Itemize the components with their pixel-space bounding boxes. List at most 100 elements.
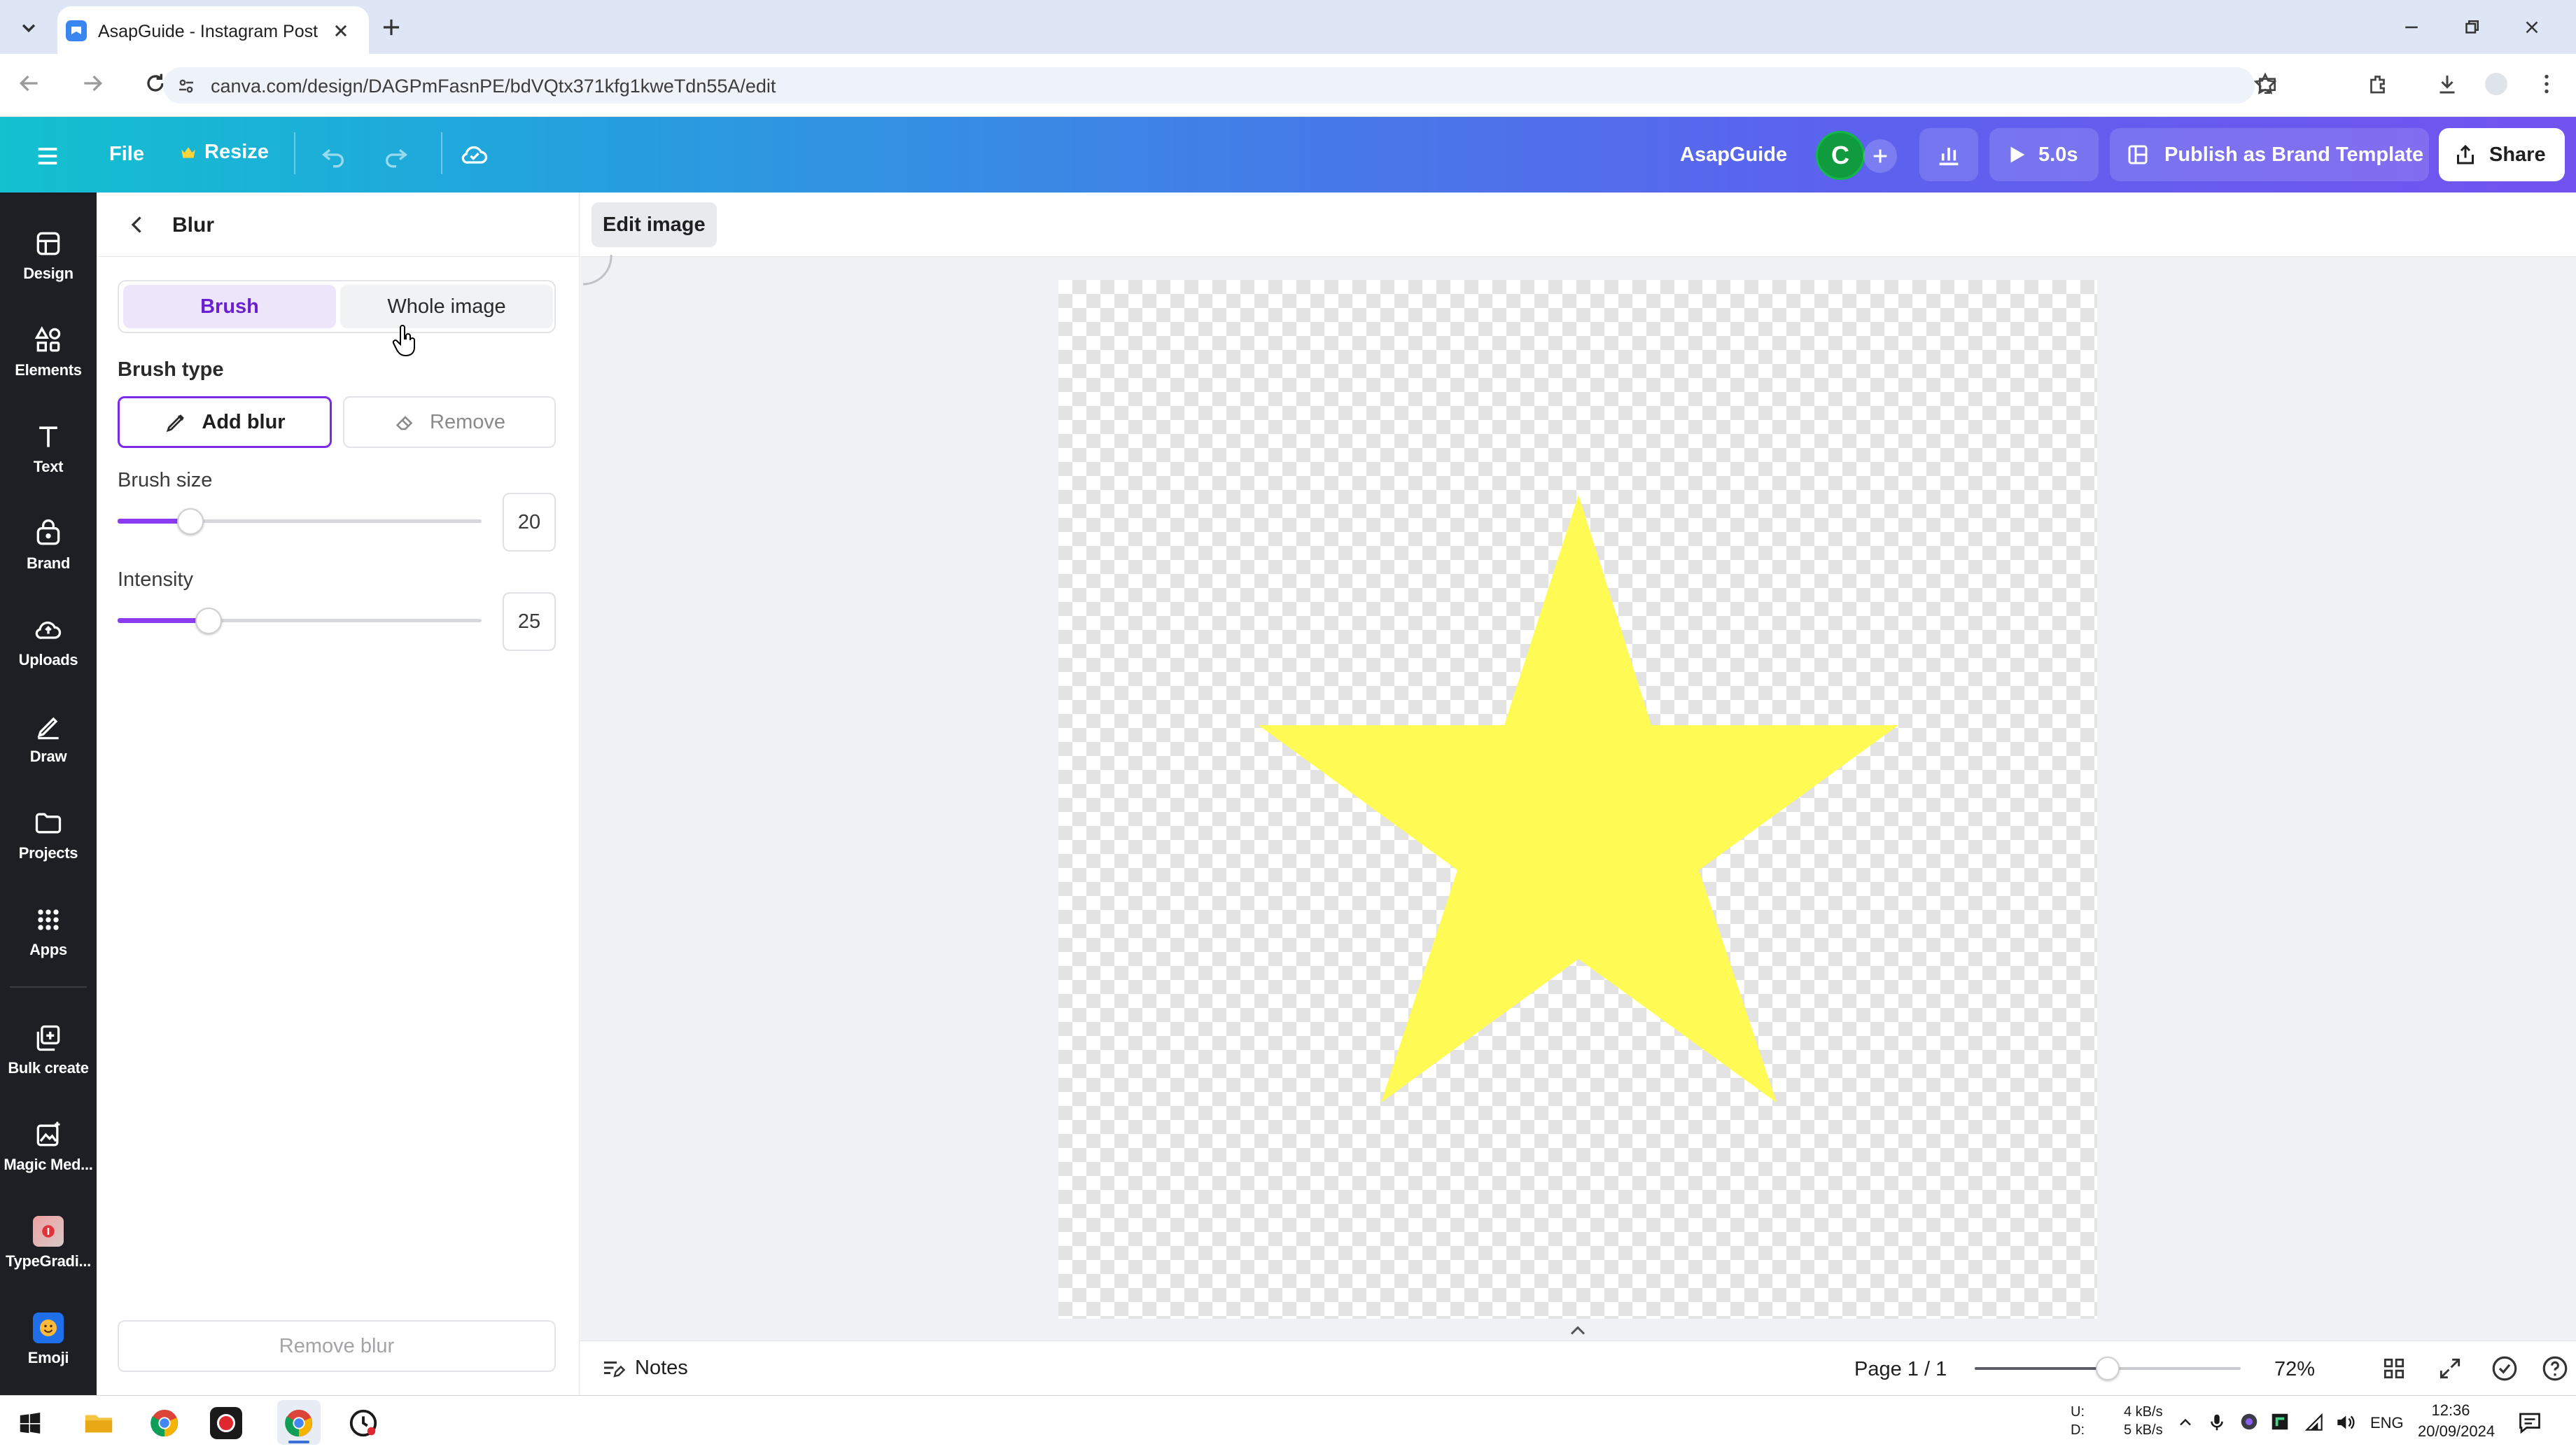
downloads-icon[interactable] bbox=[2435, 71, 2460, 97]
typegradient-icon bbox=[33, 1216, 64, 1247]
rail-item-text[interactable]: Text bbox=[0, 407, 97, 491]
app-tray-icon[interactable] bbox=[2269, 1411, 2290, 1432]
rail-item-elements[interactable]: Elements bbox=[0, 310, 97, 394]
help-icon[interactable] bbox=[2540, 1354, 2570, 1383]
zoom-slider[interactable] bbox=[1975, 1357, 2241, 1380]
volume-icon[interactable] bbox=[2334, 1411, 2356, 1434]
intensity-input[interactable]: 25 bbox=[503, 592, 556, 651]
magic-media-icon bbox=[36, 1121, 60, 1147]
chrome-icon[interactable] bbox=[148, 1407, 181, 1439]
user-avatar[interactable]: C bbox=[1816, 131, 1865, 180]
undo-icon[interactable] bbox=[319, 141, 347, 169]
present-button[interactable]: 5.0s bbox=[1989, 128, 2099, 181]
file-menu-button[interactable]: File bbox=[109, 143, 144, 166]
microphone-icon[interactable] bbox=[2206, 1411, 2227, 1434]
rail-item-magic-media[interactable]: Magic Med... bbox=[0, 1105, 97, 1189]
edit-image-button[interactable]: Edit image bbox=[592, 202, 717, 247]
slider-handle[interactable] bbox=[177, 508, 204, 535]
rail-item-typegradient[interactable]: TypeGradi... bbox=[0, 1201, 97, 1285]
screen-recorder-icon[interactable] bbox=[210, 1407, 242, 1439]
url-text: canva.com/design/DAGPmFasnPE/bdVQtx371kf… bbox=[211, 76, 776, 97]
restore-icon[interactable] bbox=[2461, 17, 2482, 38]
add-blur-label: Add blur bbox=[202, 410, 286, 433]
grid-icon bbox=[38, 909, 59, 930]
design-page[interactable] bbox=[1058, 280, 2097, 1319]
rail-item-projects[interactable]: Projects bbox=[0, 793, 97, 877]
brush-size-input[interactable]: 20 bbox=[503, 493, 556, 552]
share-button[interactable]: Share bbox=[2439, 128, 2565, 181]
chrome-active-taskbar-item[interactable] bbox=[277, 1400, 321, 1445]
clock-app-icon[interactable] bbox=[347, 1407, 379, 1439]
rail-item-design[interactable]: Design bbox=[0, 214, 97, 298]
tray-overflow-chevron-icon[interactable] bbox=[2176, 1413, 2195, 1432]
remove-brush-button[interactable]: Remove bbox=[343, 396, 556, 448]
back-chevron-icon[interactable] bbox=[125, 212, 150, 237]
rail-item-brand[interactable]: Brand bbox=[0, 503, 97, 587]
profile-avatar[interactable] bbox=[2485, 73, 2507, 95]
obs-tray-icon[interactable] bbox=[2239, 1411, 2260, 1432]
star-shape[interactable] bbox=[1058, 280, 2097, 1319]
file-explorer-icon[interactable] bbox=[83, 1407, 115, 1439]
tab-brush[interactable]: Brush bbox=[123, 285, 336, 328]
network-speed-values: 4 kB/s 5 kB/s bbox=[2124, 1403, 2163, 1439]
wifi-icon[interactable] bbox=[2303, 1411, 2325, 1434]
play-icon bbox=[2010, 146, 2025, 163]
insights-button[interactable] bbox=[1919, 128, 1978, 181]
remove-blur-button[interactable]: Remove blur bbox=[118, 1320, 556, 1372]
rail-item-emoji[interactable]: Emoji bbox=[0, 1298, 97, 1382]
windows-start-icon[interactable] bbox=[17, 1410, 43, 1436]
slider-handle[interactable] bbox=[195, 608, 222, 634]
browser-tab-active[interactable]: AsapGuide - Instagram Post bbox=[57, 6, 369, 54]
forward-icon[interactable] bbox=[78, 69, 106, 97]
slider-handle[interactable] bbox=[2096, 1357, 2120, 1380]
window-close-icon[interactable] bbox=[2521, 17, 2542, 38]
chevron-down-icon bbox=[22, 24, 36, 33]
hamburger-menu-icon[interactable] bbox=[34, 142, 62, 170]
rail-item-apps[interactable]: Apps bbox=[0, 890, 97, 974]
share-label: Share bbox=[2489, 143, 2546, 166]
page-indicator[interactable]: Page 1 / 1 bbox=[1854, 1358, 1947, 1381]
tab-close-button[interactable] bbox=[329, 19, 353, 43]
team-name[interactable]: AsapGuide bbox=[1680, 144, 1787, 167]
canva-favicon bbox=[66, 20, 87, 41]
bar-chart-icon bbox=[1939, 148, 1959, 166]
invite-button[interactable] bbox=[1863, 139, 1897, 173]
browser-menu-icon[interactable] bbox=[2534, 71, 2559, 97]
extensions-icon[interactable] bbox=[2366, 71, 2391, 97]
tab-search-button[interactable] bbox=[15, 14, 42, 41]
redo-icon[interactable] bbox=[382, 141, 410, 169]
language-indicator[interactable]: ENG bbox=[2370, 1414, 2404, 1432]
rail-item-bulk-create[interactable]: Bulk create bbox=[0, 1008, 97, 1092]
brush-size-slider[interactable] bbox=[118, 508, 482, 535]
intensity-slider[interactable] bbox=[118, 608, 482, 634]
back-icon[interactable] bbox=[15, 69, 43, 97]
share-icon bbox=[2457, 144, 2474, 164]
rail-label: Magic Med... bbox=[4, 1156, 93, 1173]
site-settings-icon[interactable] bbox=[176, 76, 197, 97]
collapse-pages-chevron-icon[interactable] bbox=[1565, 1322, 1590, 1340]
tab-whole-image[interactable]: Whole image bbox=[340, 285, 553, 328]
rail-item-draw[interactable]: Draw bbox=[0, 696, 97, 780]
editor-header: File Resize AsapGuide C 5.0s Publish as … bbox=[0, 117, 2576, 192]
notes-button[interactable]: Notes bbox=[600, 1355, 688, 1380]
publish-brand-template-button[interactable]: Publish as Brand Template bbox=[2110, 128, 2429, 181]
address-bar[interactable]: canva.com/design/DAGPmFasnPE/bdVQtx371kf… bbox=[163, 67, 2276, 104]
clock[interactable]: 12:36 20/09/2024 bbox=[2418, 1400, 2496, 1442]
resize-button[interactable]: Resize bbox=[179, 141, 269, 164]
intensity-label: Intensity bbox=[118, 568, 193, 591]
zoom-percentage[interactable]: 72% bbox=[2274, 1358, 2315, 1381]
fullscreen-icon[interactable] bbox=[2437, 1355, 2463, 1382]
bookmark-star-icon[interactable] bbox=[2253, 71, 2278, 97]
check-circle-icon[interactable] bbox=[2490, 1354, 2519, 1383]
notifications-icon[interactable] bbox=[2517, 1410, 2542, 1435]
add-blur-button[interactable]: Add blur bbox=[118, 396, 332, 448]
new-tab-button[interactable] bbox=[378, 14, 405, 41]
cloud-save-icon[interactable] bbox=[459, 139, 490, 170]
rail-item-uploads[interactable]: Uploads bbox=[0, 600, 97, 684]
minimize-icon[interactable] bbox=[2401, 17, 2422, 38]
emoji-icon bbox=[33, 1312, 64, 1343]
clock-date: 20/09/2024 bbox=[2418, 1422, 2496, 1440]
grid-view-icon[interactable] bbox=[2381, 1355, 2407, 1382]
nav-buttons bbox=[15, 69, 169, 97]
clock-time: 12:36 bbox=[2431, 1401, 2470, 1419]
